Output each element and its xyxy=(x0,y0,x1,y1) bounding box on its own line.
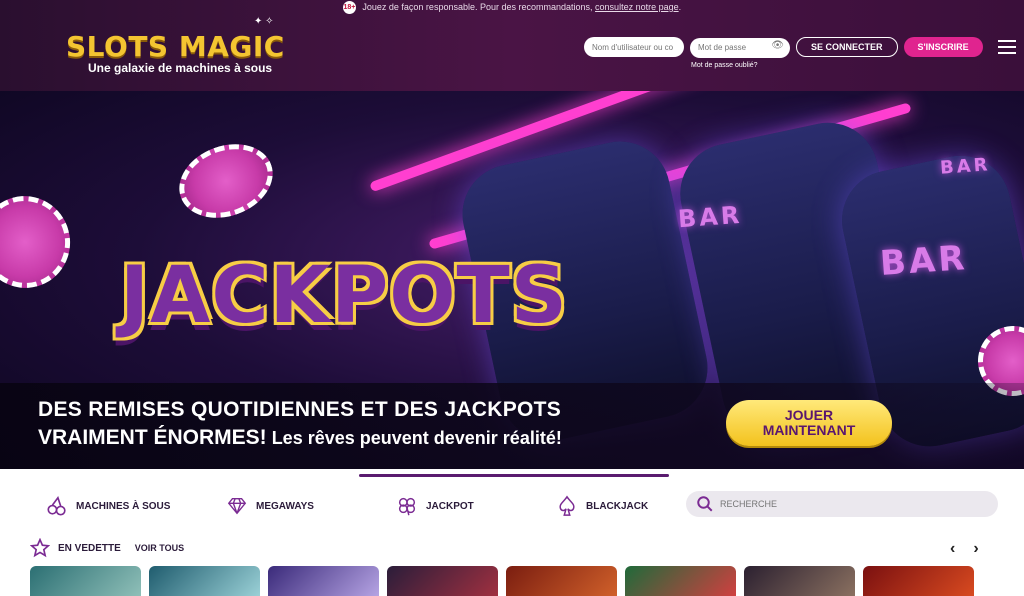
site-logo[interactable]: ✦ ✧ SLOTS MAGIC Une galaxie de machines … xyxy=(66,16,306,75)
carousel-arrows: ‹ › xyxy=(950,540,979,558)
promo-line-2-rest: Les rêves peuvent devenir réalité! xyxy=(266,428,562,448)
casino-chip xyxy=(168,131,284,231)
responsible-gaming-text: Jouez de façon responsable. Pour des rec… xyxy=(362,2,593,12)
top-bar: 18+ Jouez de façon responsable. Pour des… xyxy=(0,0,1024,91)
game-thumbnail[interactable] xyxy=(625,566,736,596)
promo-line-2-bold: VRAIMENT ÉNORMES! xyxy=(38,426,267,449)
section-divider xyxy=(359,474,669,477)
search-input[interactable] xyxy=(720,499,980,509)
login-button[interactable]: SE CONNECTER xyxy=(796,37,898,58)
login-form: 👁 SE CONNECTER S'INSCRIRE xyxy=(584,37,983,58)
register-button[interactable]: S'INSCRIRE xyxy=(903,37,983,58)
play-now-button[interactable]: JOUER MAINTENANT xyxy=(726,400,892,446)
logo-tagline: Une galaxie de machines à sous xyxy=(88,61,273,75)
chevron-right-icon[interactable]: › xyxy=(973,540,978,558)
cherries-icon xyxy=(47,495,66,516)
game-thumbnail[interactable] xyxy=(149,566,260,596)
password-field: 👁 xyxy=(690,37,790,58)
featured-title: EN VEDETTE xyxy=(58,542,121,554)
age-restriction-badge: 18+ xyxy=(342,1,356,15)
game-thumbnail[interactable] xyxy=(387,566,498,596)
category-slots[interactable]: MACHINES À SOUS xyxy=(46,490,170,522)
diamond-icon xyxy=(227,497,247,515)
category-jackpot[interactable]: JACKPOT xyxy=(396,490,474,522)
game-thumbnail[interactable] xyxy=(30,566,141,596)
search-bar[interactable] xyxy=(686,491,998,517)
category-slots-label: MACHINES À SOUS xyxy=(76,500,171,512)
category-jackpot-label: JACKPOT xyxy=(426,500,474,512)
hero-headline: JACKPOTS xyxy=(120,251,568,341)
chevron-left-icon[interactable]: ‹ xyxy=(950,540,955,558)
spade-icon xyxy=(559,495,575,516)
see-all-link[interactable]: VOIR TOUS xyxy=(135,543,184,553)
star-icon xyxy=(30,538,50,558)
reel-symbol-bar: BAR xyxy=(878,237,969,285)
username-input[interactable] xyxy=(584,37,684,58)
forgot-password-link[interactable]: Mot de passe oublié? xyxy=(691,62,758,69)
eye-icon[interactable]: 👁 xyxy=(771,40,784,51)
promo-line-2: VRAIMENT ÉNORMES! Les rêves peuvent deve… xyxy=(38,426,562,450)
game-thumbnail[interactable] xyxy=(863,566,974,596)
reel-symbol-bar: BAR xyxy=(677,200,744,234)
category-megaways-label: MEGAWAYS xyxy=(256,500,314,512)
responsible-gaming-link[interactable]: consultez notre page xyxy=(595,2,679,12)
reel-symbol-bar: BAR xyxy=(939,154,992,179)
promo-line-1: DES REMISES QUOTIDIENNES ET DES JACKPOTS xyxy=(38,398,562,421)
game-thumbnail[interactable] xyxy=(506,566,617,596)
category-megaways[interactable]: MEGAWAYS xyxy=(226,490,314,522)
menu-icon[interactable] xyxy=(998,40,1016,58)
clover-icon xyxy=(398,497,416,516)
category-blackjack-label: BLACKJACK xyxy=(586,500,649,512)
search-icon xyxy=(697,496,713,512)
responsible-gaming-period: . xyxy=(678,2,682,12)
featured-header: EN VEDETTE VOIR TOUS xyxy=(30,538,184,558)
game-thumbnail[interactable] xyxy=(268,566,379,596)
casino-chip xyxy=(0,185,81,299)
featured-games-carousel xyxy=(30,566,974,596)
responsible-gaming-bar: 18+ Jouez de façon responsable. Pour des… xyxy=(0,0,1024,15)
category-blackjack[interactable]: BLACKJACK xyxy=(556,490,648,522)
play-now-line-2: MAINTENANT xyxy=(762,422,856,438)
sparkle-icon: ✦ ✧ xyxy=(254,16,274,27)
logo-name: SLOTS MAGIC xyxy=(66,30,285,63)
game-thumbnail[interactable] xyxy=(744,566,855,596)
play-now-line-1: JOUER xyxy=(784,407,834,423)
